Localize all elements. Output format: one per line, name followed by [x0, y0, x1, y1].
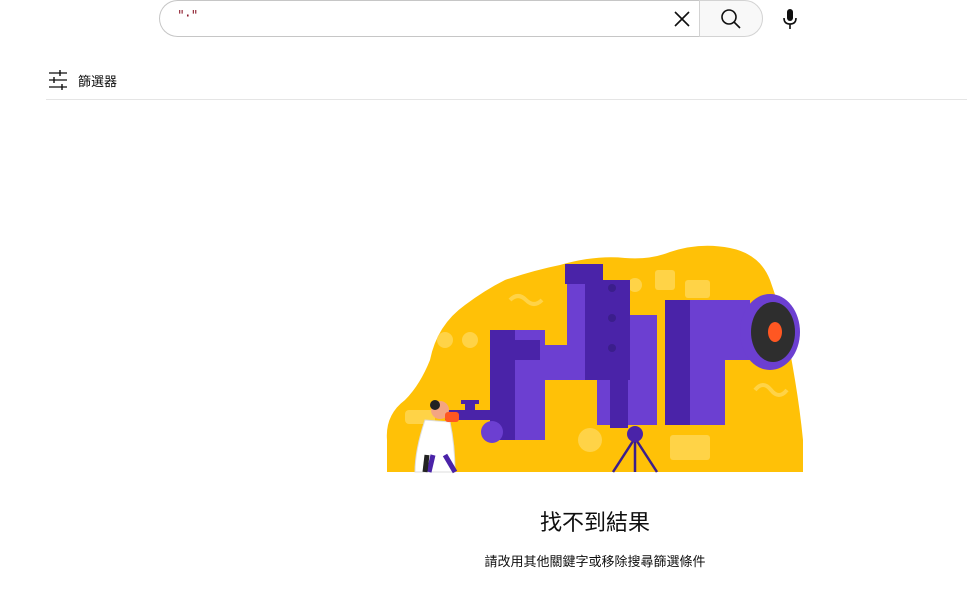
clear-search-button[interactable]	[667, 4, 697, 34]
sliders-icon	[49, 70, 67, 90]
search-icon	[721, 8, 741, 29]
search-results-page: "·" 篩選器 找不到結果 請改用其他關鍵字或移除搜尋篩選條件	[0, 0, 967, 605]
filters-button[interactable]: 篩選器	[46, 66, 117, 94]
voice-search-button[interactable]	[772, 1, 808, 37]
header-divider	[46, 99, 967, 100]
search-input[interactable]: "·"	[177, 9, 199, 24]
no-results-title: 找不到結果	[539, 511, 650, 536]
search-button[interactable]	[699, 0, 763, 37]
close-icon	[674, 11, 690, 27]
no-results-illustration	[386, 245, 803, 474]
microphone-icon	[783, 9, 797, 29]
search-input-container[interactable]	[159, 0, 699, 37]
filters-label: 篩選器	[78, 74, 118, 90]
no-results-subtitle: 請改用其他關鍵字或移除搜尋篩選條件	[484, 555, 706, 570]
